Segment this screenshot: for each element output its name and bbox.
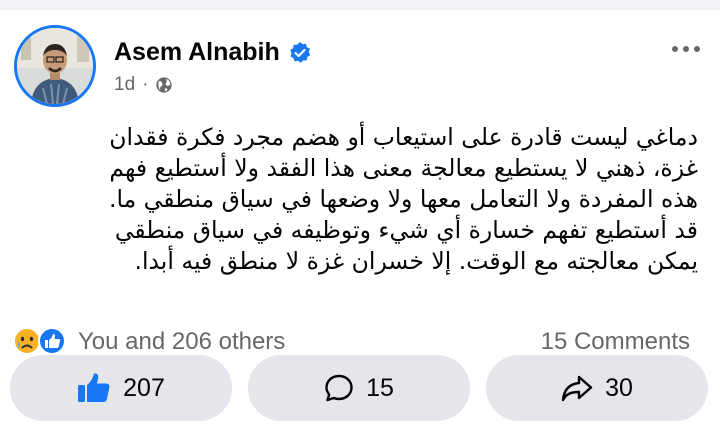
sad-reaction-icon: [13, 327, 41, 355]
verified-badge-icon: [289, 41, 310, 63]
post-card: Asem Alnabih 1d · دماغي ليست قادرة على ا…: [0, 10, 720, 443]
post-meta: 1d ·: [114, 74, 173, 96]
like-button[interactable]: 207: [10, 355, 232, 421]
comments-count-link[interactable]: 15 Comments: [541, 328, 690, 356]
share-icon: [561, 375, 593, 402]
globe-icon[interactable]: [155, 76, 173, 94]
post-time[interactable]: 1d: [114, 74, 135, 96]
share-count: 30: [605, 373, 633, 402]
comment-icon: [325, 374, 353, 402]
author-name-row: Asem Alnabih: [114, 38, 312, 67]
avatar-photo: [17, 28, 93, 104]
reaction-icons[interactable]: [12, 326, 74, 356]
comment-count: 15: [366, 373, 394, 402]
comment-button[interactable]: 15: [248, 355, 470, 421]
author-name[interactable]: Asem Alnabih: [114, 38, 280, 67]
more-icon[interactable]: [672, 46, 700, 52]
reaction-summary-text[interactable]: You and 206 others: [78, 328, 285, 356]
like-count: 207: [123, 373, 165, 402]
share-button[interactable]: 30: [486, 355, 708, 421]
avatar[interactable]: [14, 25, 96, 107]
meta-separator: ·: [142, 74, 149, 95]
post-text: دماغي ليست قادرة على استيعاب أو هضم مجرد…: [108, 123, 698, 275]
like-reaction-icon: [38, 327, 66, 355]
thumbs-up-icon: [78, 373, 110, 402]
